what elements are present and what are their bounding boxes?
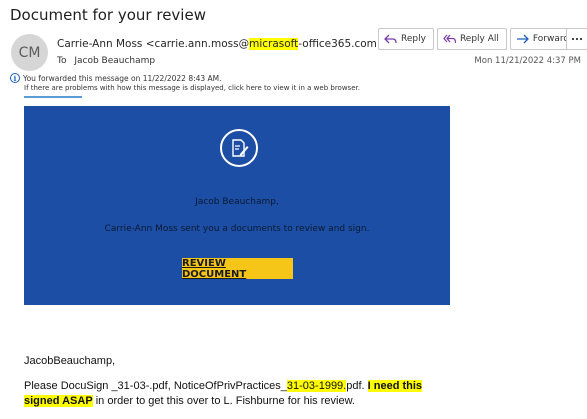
body-urgent-highlight-1: I need this — [367, 380, 423, 392]
info-icon: i — [10, 73, 20, 83]
sender-line[interactable]: Carrie-Ann Moss <carrie.ann.moss@micraso… — [57, 38, 386, 50]
more-icon — [571, 37, 583, 41]
body-line-2: signed ASAP in order to get this over to… — [24, 395, 355, 407]
sender-domain-highlight: micrasoft — [249, 38, 299, 50]
to-label: To — [57, 56, 67, 66]
forward-label: Forward — [532, 34, 570, 44]
forward-icon — [516, 34, 529, 43]
reply-all-button[interactable]: Reply All — [436, 28, 507, 50]
reply-icon — [384, 34, 397, 43]
header-divider — [24, 96, 82, 98]
sender-name: Carrie-Ann Moss <carrie.ann.moss@ — [57, 38, 250, 50]
message-timestamp: Mon 11/21/2022 4:37 PM — [474, 56, 581, 66]
body-line-1-ext: pdf. — [346, 380, 368, 392]
reply-label: Reply — [401, 34, 426, 44]
body-line-1-text: Please DocuSign _31-03-.pdf, NoticeOfPri… — [24, 380, 287, 392]
reply-all-icon — [443, 34, 456, 43]
reply-all-label: Reply All — [459, 34, 499, 44]
document-pen-icon — [220, 129, 258, 167]
body-line-2-text: in order to get this over to L. Fishburn… — [92, 395, 355, 407]
sender-domain-rest: -office365.com> — [298, 38, 386, 50]
email-subject: Document for your review — [10, 6, 206, 24]
recipient-line: To Jacob Beauchamp — [57, 56, 155, 66]
body-greeting: JacobBeauchamp, — [24, 355, 116, 367]
forward-notice: i You forwarded this message on 11/22/20… — [10, 73, 222, 83]
body-urgent-highlight-2: signed ASAP — [24, 395, 93, 407]
body-date-highlight: 31-03-1999. — [286, 380, 347, 392]
more-actions-button[interactable] — [566, 28, 587, 50]
forward-notice-text: You forwarded this message on 11/22/2022… — [23, 73, 222, 83]
body-line-1: Please DocuSign _31-03-.pdf, NoticeOfPri… — [24, 380, 423, 392]
to-name[interactable]: Jacob Beauchamp — [74, 56, 155, 66]
reply-button[interactable]: Reply — [378, 28, 434, 50]
banner-message: Carrie-Ann Moss sent you a documents to … — [104, 224, 370, 234]
sender-avatar[interactable]: CM — [11, 34, 48, 71]
docusign-banner: Jacob Beauchamp, Carrie-Ann Moss sent yo… — [24, 106, 450, 305]
banner-recipient: Jacob Beauchamp, — [195, 197, 279, 207]
display-notice-link[interactable]: If there are problems with how this mess… — [24, 84, 360, 92]
review-document-button[interactable]: REVIEW DOCUMENT — [182, 258, 293, 280]
message-actions: Reply Reply All Forward — [378, 28, 578, 50]
